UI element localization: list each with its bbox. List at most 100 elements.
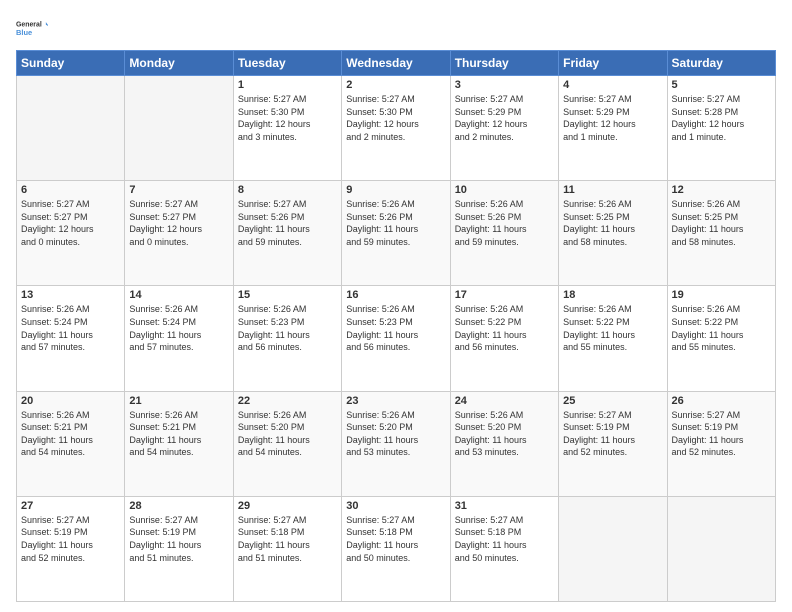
calendar-cell: 18 Sunrise: 5:26 AM Sunset: 5:22 PM Dayli… xyxy=(559,286,667,391)
day-number: 5 xyxy=(672,79,771,91)
day-number: 22 xyxy=(238,395,337,407)
calendar-cell: 30Sunrise: 5:27 AM Sunset: 5:18 PM Dayli… xyxy=(342,496,450,601)
calendar-header-friday: Friday xyxy=(559,51,667,76)
calendar-cell: 2 Sunrise: 5:27 AM Sunset: 5:30 PM Daylig… xyxy=(342,76,450,181)
day-number: 6 xyxy=(21,184,120,196)
logo: General Blue xyxy=(16,14,48,42)
day-info: Sunrise: 5:26 AM Sunset: 5:22 PM Dayligh… xyxy=(563,303,662,353)
day-number: 11 xyxy=(563,184,662,196)
day-info: Sunrise: 5:27 AM Sunset: 5:30 PM Dayligh… xyxy=(238,93,337,143)
day-info: Sunrise: 5:26 AM Sunset: 5:26 PM Dayligh… xyxy=(455,198,554,248)
day-number: 27 xyxy=(21,500,120,512)
calendar-cell: 22 Sunrise: 5:26 AM Sunset: 5:20 PM Dayli… xyxy=(233,391,341,496)
calendar-cell: 31 Sunrise: 5:27 AM Sunset: 5:18 PM Dayli… xyxy=(450,496,558,601)
day-number: 24 xyxy=(455,395,554,407)
calendar-cell: 1 Sunrise: 5:27 AM Sunset: 5:30 PM Daylig… xyxy=(233,76,341,181)
day-info: Sunrise: 5:27 AM Sunset: 5:27 PM Dayligh… xyxy=(21,198,120,248)
day-info: Sunrise: 5:26 AM Sunset: 5:25 PM Dayligh… xyxy=(563,198,662,248)
day-info: Sunrise: 5:27 AM Sunset: 5:30 PM Dayligh… xyxy=(346,93,445,143)
day-info: Sunrise: 5:26 AM Sunset: 5:22 PM Dayligh… xyxy=(455,303,554,353)
day-number: 12 xyxy=(672,184,771,196)
day-info: Sunrise: 5:27 AM Sunset: 5:19 PM Dayligh… xyxy=(21,514,120,564)
calendar-cell: 28 Sunrise: 5:27 AM Sunset: 5:19 PM Dayli… xyxy=(125,496,233,601)
calendar-week-row: 1 Sunrise: 5:27 AM Sunset: 5:30 PM Daylig… xyxy=(17,76,776,181)
day-number: 4 xyxy=(563,79,662,91)
day-number: 8 xyxy=(238,184,337,196)
calendar-header-row: SundayMondayTuesdayWednesdayThursdayFrid… xyxy=(17,51,776,76)
day-number: 9 xyxy=(346,184,445,196)
day-info: Sunrise: 5:27 AM Sunset: 5:19 PM Dayligh… xyxy=(129,514,228,564)
day-number: 2 xyxy=(346,79,445,91)
calendar-week-row: 6 Sunrise: 5:27 AM Sunset: 5:27 PM Daylig… xyxy=(17,181,776,286)
calendar-cell: 8 Sunrise: 5:27 AM Sunset: 5:26 PM Daylig… xyxy=(233,181,341,286)
calendar-cell: 14 Sunrise: 5:26 AM Sunset: 5:24 PM Dayli… xyxy=(125,286,233,391)
day-number: 26 xyxy=(672,395,771,407)
calendar-cell xyxy=(17,76,125,181)
calendar-cell: 6 Sunrise: 5:27 AM Sunset: 5:27 PM Daylig… xyxy=(17,181,125,286)
day-info: Sunrise: 5:26 AM Sunset: 5:20 PM Dayligh… xyxy=(455,409,554,459)
day-number: 15 xyxy=(238,289,337,301)
day-info: Sunrise: 5:27 AM Sunset: 5:27 PM Dayligh… xyxy=(129,198,228,248)
calendar-cell: 9 Sunrise: 5:26 AM Sunset: 5:26 PM Daylig… xyxy=(342,181,450,286)
day-info: Sunrise: 5:26 AM Sunset: 5:24 PM Dayligh… xyxy=(129,303,228,353)
day-number: 7 xyxy=(129,184,228,196)
calendar-cell xyxy=(125,76,233,181)
calendar-week-row: 13 Sunrise: 5:26 AM Sunset: 5:24 PM Dayli… xyxy=(17,286,776,391)
calendar-header-monday: Monday xyxy=(125,51,233,76)
day-info: Sunrise: 5:27 AM Sunset: 5:18 PM Dayligh… xyxy=(455,514,554,564)
day-info: Sunrise: 5:26 AM Sunset: 5:24 PM Dayligh… xyxy=(21,303,120,353)
calendar-cell: 25 Sunrise: 5:27 AM Sunset: 5:19 PM Dayli… xyxy=(559,391,667,496)
calendar-cell: 5 Sunrise: 5:27 AM Sunset: 5:28 PM Daylig… xyxy=(667,76,775,181)
day-number: 30 xyxy=(346,500,445,512)
day-info: Sunrise: 5:26 AM Sunset: 5:21 PM Dayligh… xyxy=(21,409,120,459)
day-info: Sunrise: 5:27 AM Sunset: 5:28 PM Dayligh… xyxy=(672,93,771,143)
header: General Blue xyxy=(16,14,776,42)
day-number: 28 xyxy=(129,500,228,512)
calendar-cell: 3Sunrise: 5:27 AM Sunset: 5:29 PM Daylig… xyxy=(450,76,558,181)
day-info: Sunrise: 5:26 AM Sunset: 5:22 PM Dayligh… xyxy=(672,303,771,353)
day-number: 3 xyxy=(455,79,554,91)
calendar-cell: 11 Sunrise: 5:26 AM Sunset: 5:25 PM Dayli… xyxy=(559,181,667,286)
calendar-cell: 7 Sunrise: 5:27 AM Sunset: 5:27 PM Daylig… xyxy=(125,181,233,286)
calendar-header-sunday: Sunday xyxy=(17,51,125,76)
calendar-cell: 13 Sunrise: 5:26 AM Sunset: 5:24 PM Dayli… xyxy=(17,286,125,391)
day-number: 1 xyxy=(238,79,337,91)
calendar-cell: 24 Sunrise: 5:26 AM Sunset: 5:20 PM Dayli… xyxy=(450,391,558,496)
day-info: Sunrise: 5:26 AM Sunset: 5:20 PM Dayligh… xyxy=(238,409,337,459)
calendar-week-row: 27 Sunrise: 5:27 AM Sunset: 5:19 PM Dayli… xyxy=(17,496,776,601)
calendar-cell: 16Sunrise: 5:26 AM Sunset: 5:23 PM Dayli… xyxy=(342,286,450,391)
day-info: Sunrise: 5:27 AM Sunset: 5:26 PM Dayligh… xyxy=(238,198,337,248)
day-number: 19 xyxy=(672,289,771,301)
calendar-cell: 15Sunrise: 5:26 AM Sunset: 5:23 PM Dayli… xyxy=(233,286,341,391)
day-number: 18 xyxy=(563,289,662,301)
calendar-cell: 26 Sunrise: 5:27 AM Sunset: 5:19 PM Dayli… xyxy=(667,391,775,496)
calendar-header-tuesday: Tuesday xyxy=(233,51,341,76)
calendar-cell: 12Sunrise: 5:26 AM Sunset: 5:25 PM Dayli… xyxy=(667,181,775,286)
logo-icon: General Blue xyxy=(16,14,48,42)
day-info: Sunrise: 5:26 AM Sunset: 5:20 PM Dayligh… xyxy=(346,409,445,459)
calendar-cell: 23Sunrise: 5:26 AM Sunset: 5:20 PM Dayli… xyxy=(342,391,450,496)
calendar-header-wednesday: Wednesday xyxy=(342,51,450,76)
calendar-cell: 21Sunrise: 5:26 AM Sunset: 5:21 PM Dayli… xyxy=(125,391,233,496)
day-number: 16 xyxy=(346,289,445,301)
day-number: 21 xyxy=(129,395,228,407)
day-number: 17 xyxy=(455,289,554,301)
calendar-cell: 20 Sunrise: 5:26 AM Sunset: 5:21 PM Dayli… xyxy=(17,391,125,496)
day-number: 25 xyxy=(563,395,662,407)
day-info: Sunrise: 5:27 AM Sunset: 5:19 PM Dayligh… xyxy=(563,409,662,459)
day-number: 14 xyxy=(129,289,228,301)
calendar-header-saturday: Saturday xyxy=(667,51,775,76)
calendar-cell: 4Sunrise: 5:27 AM Sunset: 5:29 PM Daylig… xyxy=(559,76,667,181)
day-info: Sunrise: 5:27 AM Sunset: 5:19 PM Dayligh… xyxy=(672,409,771,459)
svg-text:Blue: Blue xyxy=(16,28,32,37)
svg-text:General: General xyxy=(16,21,42,28)
calendar-cell: 17 Sunrise: 5:26 AM Sunset: 5:22 PM Dayli… xyxy=(450,286,558,391)
day-info: Sunrise: 5:26 AM Sunset: 5:26 PM Dayligh… xyxy=(346,198,445,248)
day-number: 31 xyxy=(455,500,554,512)
day-number: 13 xyxy=(21,289,120,301)
calendar-cell: 19 Sunrise: 5:26 AM Sunset: 5:22 PM Dayli… xyxy=(667,286,775,391)
calendar-table: SundayMondayTuesdayWednesdayThursdayFrid… xyxy=(16,50,776,602)
calendar-week-row: 20 Sunrise: 5:26 AM Sunset: 5:21 PM Dayli… xyxy=(17,391,776,496)
day-info: Sunrise: 5:27 AM Sunset: 5:18 PM Dayligh… xyxy=(238,514,337,564)
day-number: 20 xyxy=(21,395,120,407)
